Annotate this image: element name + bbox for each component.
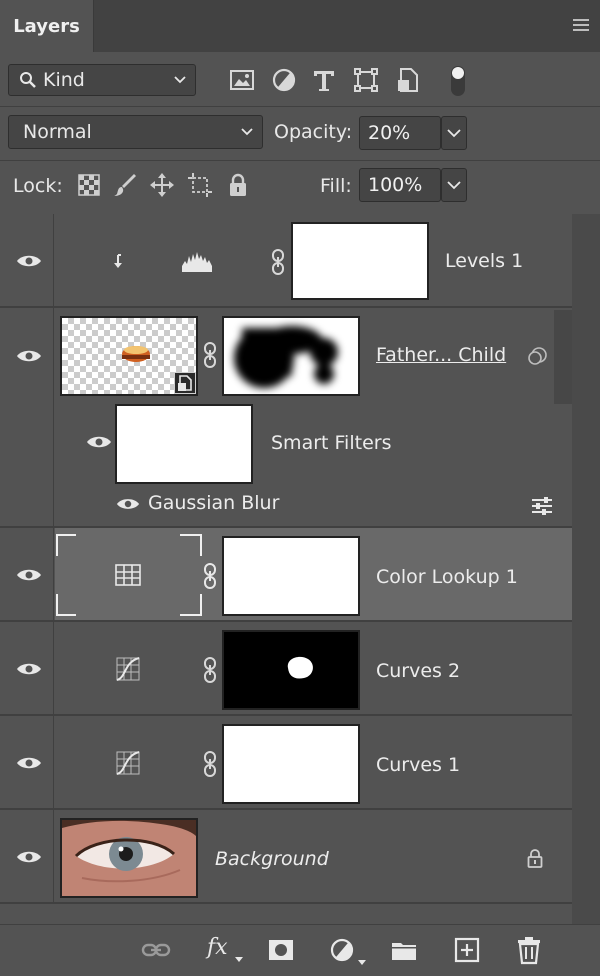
link-layers-icon[interactable]: [141, 935, 171, 965]
lock-all-icon[interactable]: [225, 172, 251, 198]
layer-style-fx-icon[interactable]: fx: [205, 935, 245, 965]
layer-lock-icon: [525, 848, 545, 868]
eye-icon: [87, 436, 111, 448]
panel-footer: [0, 924, 600, 976]
fill-dropdown-button[interactable]: [441, 168, 467, 202]
eye-icon: [17, 255, 41, 267]
image-filter-icon[interactable]: [228, 66, 256, 94]
eye-icon: [17, 851, 41, 863]
smart-object-filter-icon[interactable]: [394, 66, 422, 94]
visibility-toggle[interactable]: [0, 810, 54, 902]
blending-options-icon[interactable]: [530, 496, 554, 516]
clip-arrow-icon: [110, 252, 126, 270]
layer-thumbnail[interactable]: [60, 316, 198, 396]
visibility-toggle[interactable]: [0, 528, 54, 620]
layer-row[interactable]: Father... Child Smart Filters Gaussian B…: [0, 308, 572, 528]
layer-name[interactable]: Curves 1: [376, 754, 460, 776]
color-lookup-icon: [114, 561, 142, 589]
visibility-toggle[interactable]: [0, 214, 54, 306]
smart-object-badge-icon: [174, 372, 196, 394]
layer-row[interactable]: Curves 2: [0, 622, 572, 716]
layer-name[interactable]: Color Lookup 1: [376, 566, 518, 588]
chevron-down-icon: [447, 129, 461, 138]
layer-mask-thumbnail[interactable]: [222, 724, 360, 804]
lock-transparent-pixels-icon[interactable]: [76, 172, 102, 198]
fill-input[interactable]: 100%: [359, 168, 441, 202]
curves-icon: [114, 750, 142, 776]
layer-row[interactable]: Color Lookup 1: [0, 528, 572, 622]
row-divider: [0, 160, 600, 161]
layer-name[interactable]: Background: [215, 848, 329, 870]
filter-name[interactable]: Gaussian Blur: [148, 492, 279, 514]
filter-kind-select[interactable]: Kind: [8, 64, 196, 96]
chain-link-icon[interactable]: [271, 249, 285, 275]
delete-layer-icon[interactable]: [514, 935, 544, 965]
levels-icon: [180, 248, 214, 274]
blend-mode-select[interactable]: Normal: [8, 115, 263, 149]
smart-filter-mask-thumbnail[interactable]: [115, 404, 253, 484]
tab-layers[interactable]: Layers: [0, 0, 94, 52]
shape-filter-icon[interactable]: [352, 66, 380, 94]
layer-row[interactable]: Background: [0, 810, 572, 904]
row-divider: [0, 106, 600, 107]
chevron-down-icon: [447, 181, 461, 190]
visibility-toggle[interactable]: [0, 716, 54, 808]
opacity-dropdown-button[interactable]: [441, 116, 467, 150]
layer-name[interactable]: Father... Child: [376, 344, 506, 366]
layer-row[interactable]: Levels 1: [0, 214, 572, 308]
layers-list[interactable]: Levels 1 Father... Child Smart Filters G…: [0, 214, 572, 924]
lock-position-icon[interactable]: [149, 172, 175, 198]
layer-name[interactable]: Curves 2: [376, 660, 460, 682]
add-mask-icon[interactable]: [266, 935, 296, 965]
blend-mode-label: Normal: [23, 121, 92, 143]
dropdown-triangle-icon: [235, 957, 243, 962]
layer-mask-thumbnail[interactable]: [222, 316, 360, 396]
chain-link-icon[interactable]: [203, 563, 217, 589]
chevron-down-icon: [173, 73, 187, 87]
layer-mask-thumbnail[interactable]: [222, 630, 360, 710]
scrollbar-track[interactable]: [572, 214, 600, 924]
opacity-input[interactable]: 20%: [359, 116, 441, 150]
layer-thumbnail[interactable]: [60, 818, 198, 898]
search-icon: [19, 71, 37, 89]
eye-icon: [116, 499, 140, 509]
chain-link-icon[interactable]: [203, 657, 217, 683]
type-filter-icon[interactable]: [310, 66, 338, 94]
eye-photo-thumbnail: [62, 820, 196, 896]
opacity-label: Opacity:: [274, 121, 353, 143]
lock-artboard-icon[interactable]: [187, 172, 213, 198]
visibility-toggle[interactable]: [0, 622, 54, 714]
smart-filters-label[interactable]: Smart Filters: [271, 432, 391, 454]
layer-mask-thumbnail[interactable]: [222, 536, 360, 616]
layer-row[interactable]: Curves 1: [0, 716, 572, 810]
new-group-icon[interactable]: [389, 935, 419, 965]
scrollbar-thumb[interactable]: [554, 310, 572, 404]
smart-filters-visibility-toggle[interactable]: [86, 434, 112, 450]
layer-mask-thumbnail[interactable]: [291, 222, 429, 300]
fill-label: Fill:: [320, 175, 352, 197]
new-adjustment-icon[interactable]: [328, 935, 368, 965]
fx-label: fx: [207, 935, 228, 960]
new-layer-icon[interactable]: [452, 935, 482, 965]
eye-icon: [17, 569, 41, 581]
filter-kind-label: Kind: [43, 69, 85, 91]
lock-image-pixels-icon[interactable]: [112, 172, 138, 198]
filter-effects-icon: [527, 346, 549, 366]
eye-icon: [17, 663, 41, 675]
eye-icon: [17, 350, 41, 362]
filter-visibility-toggle[interactable]: [116, 496, 140, 512]
layer-name[interactable]: Levels 1: [445, 250, 523, 272]
chevron-down-icon: [240, 125, 254, 139]
adjustment-filter-icon[interactable]: [270, 66, 298, 94]
curves-icon: [114, 656, 142, 682]
visibility-toggle[interactable]: [0, 308, 54, 528]
chain-link-icon[interactable]: [203, 342, 217, 368]
hamburger-icon[interactable]: [571, 16, 591, 34]
lock-label: Lock:: [13, 175, 63, 197]
eye-icon: [17, 757, 41, 769]
chain-link-icon[interactable]: [203, 751, 217, 777]
filter-toggle-icon[interactable]: [448, 64, 468, 98]
